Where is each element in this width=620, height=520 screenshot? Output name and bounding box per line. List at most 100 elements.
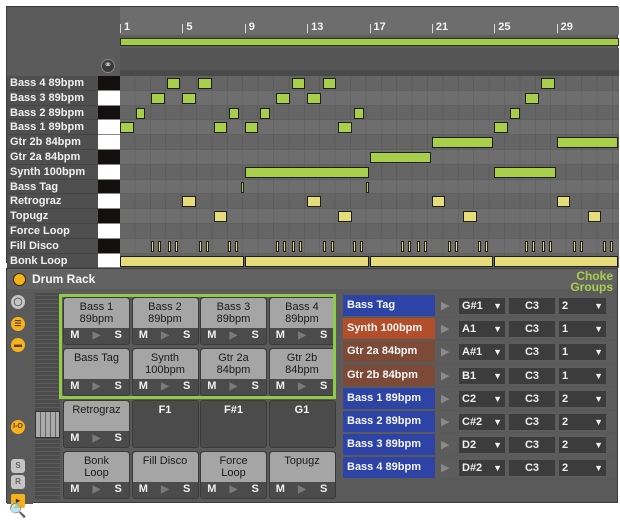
midi-note[interactable] <box>174 240 178 252</box>
chain-preview-play-icon[interactable]: ▶ <box>441 392 449 405</box>
midi-note[interactable] <box>424 240 428 252</box>
solo-button[interactable]: S <box>313 481 335 498</box>
choke-group-dropdown[interactable]: 2 ▼ <box>559 390 606 407</box>
preview-play-button[interactable]: ▶ <box>86 481 108 498</box>
lane-grid[interactable] <box>120 76 619 91</box>
lane-label[interactable]: Bass 4 89bpm <box>7 76 98 91</box>
midi-note[interactable] <box>292 240 296 252</box>
midi-note[interactable] <box>602 240 606 252</box>
lane-grid[interactable] <box>120 238 619 254</box>
midi-note[interactable] <box>275 240 279 252</box>
midi-note[interactable] <box>407 240 411 252</box>
piano-key[interactable] <box>98 194 120 210</box>
drum-pad[interactable]: F1 <box>131 400 199 448</box>
chain-row[interactable]: Gtr 2a 84bpm ▶ A#1 ▼ C3 1 ▼ <box>341 341 617 363</box>
drum-pad[interactable]: Topugz M ▶ S <box>268 450 336 499</box>
headphone-icon[interactable]: ◯ <box>11 295 25 309</box>
midi-note[interactable] <box>556 137 618 149</box>
chain-preview-play-icon[interactable]: ▶ <box>441 415 449 428</box>
midi-note[interactable] <box>525 92 540 104</box>
play-note-field[interactable]: C3 <box>509 437 555 454</box>
chain-row[interactable]: Bass 2 89bpm ▶ C#2 ▼ C3 2 ▼ <box>341 411 617 432</box>
piano-key[interactable] <box>98 223 120 239</box>
midi-note[interactable] <box>548 240 552 252</box>
midi-note[interactable] <box>240 181 244 193</box>
drum-pad[interactable]: Force Loop M ▶ S <box>200 450 267 499</box>
midi-note[interactable] <box>525 240 529 252</box>
midi-note[interactable] <box>609 240 613 252</box>
receive-note-dropdown[interactable]: A#1 ▼ <box>459 344 505 361</box>
mute-button[interactable]: M <box>64 481 86 498</box>
midi-note[interactable] <box>322 78 337 89</box>
lane-label[interactable]: Topugz <box>7 209 98 224</box>
midi-note[interactable] <box>235 240 239 252</box>
lane-label[interactable]: Retrograz <box>7 194 98 210</box>
midi-note[interactable] <box>580 240 584 252</box>
midi-note[interactable] <box>477 240 481 252</box>
lane-label[interactable]: Synth 100bpm <box>7 164 98 180</box>
piano-key[interactable] <box>98 76 120 91</box>
midi-note[interactable] <box>244 122 259 134</box>
chain-row[interactable]: Bass 3 89bpm ▶ D2 ▼ C3 2 ▼ <box>341 434 617 456</box>
macro-icon[interactable]: ▬ <box>11 338 25 352</box>
pad-overview-grid[interactable] <box>35 293 60 499</box>
drum-pad[interactable]: Fill Disco M ▶ S <box>131 450 199 499</box>
preview-headphone-icon[interactable]: ⚭ <box>101 59 115 73</box>
lane-label[interactable]: Force Loop <box>7 223 98 239</box>
chain-preview-play-icon[interactable]: ▶ <box>441 345 449 358</box>
midi-note[interactable] <box>494 166 556 178</box>
lane-label[interactable]: Bass 2 89bpm <box>7 105 98 121</box>
chain-list-icon[interactable]: ☰ <box>11 317 25 331</box>
drum-pad[interactable]: G1 <box>268 400 336 448</box>
midi-note[interactable] <box>431 196 446 208</box>
mute-button[interactable]: M <box>64 430 86 447</box>
midi-note[interactable] <box>198 240 202 252</box>
choke-group-dropdown[interactable]: 2 ▼ <box>559 460 606 477</box>
midi-note[interactable] <box>448 240 452 252</box>
preview-play-button[interactable]: ▶ <box>223 481 245 498</box>
midi-note[interactable] <box>369 255 494 267</box>
lane-label[interactable]: Fill Disco <box>7 238 98 254</box>
drum-pad[interactable]: F#1 <box>200 400 267 448</box>
midi-note[interactable] <box>213 211 228 223</box>
play-note-field[interactable]: C3 <box>509 344 555 361</box>
choke-group-dropdown[interactable]: 2 ▼ <box>559 437 606 454</box>
chain-row[interactable]: Bass 1 89bpm ▶ C2 ▼ C3 2 ▼ <box>341 387 617 409</box>
midi-note[interactable] <box>307 92 321 104</box>
midi-note[interactable] <box>229 107 239 119</box>
piano-key[interactable] <box>98 253 120 269</box>
midi-note[interactable] <box>400 240 404 252</box>
chain-row[interactable]: Bass Tag ▶ G#1 ▼ C3 2 ▼ <box>341 295 617 316</box>
chain-name[interactable]: Bass 3 89bpm <box>343 434 435 456</box>
midi-note[interactable] <box>182 196 196 208</box>
midi-note[interactable] <box>120 255 244 267</box>
play-note-field[interactable]: C3 <box>509 414 555 430</box>
piano-key[interactable] <box>98 149 120 165</box>
midi-note[interactable] <box>353 107 364 119</box>
midi-note[interactable] <box>282 240 286 252</box>
solo-button[interactable]: S <box>244 481 266 498</box>
choke-group-dropdown[interactable]: 1 ▼ <box>559 321 606 338</box>
choke-group-dropdown[interactable]: 2 ▼ <box>559 298 606 314</box>
midi-note[interactable] <box>541 240 545 252</box>
lane-label[interactable]: Gtr 2a 84bpm <box>7 149 98 165</box>
piano-key[interactable] <box>98 135 120 150</box>
play-note-field[interactable]: C3 <box>509 390 555 407</box>
midi-note[interactable] <box>369 151 431 163</box>
io-icon[interactable]: I-O <box>11 420 25 434</box>
midi-note[interactable] <box>151 240 155 252</box>
midi-note[interactable] <box>260 107 271 119</box>
midi-note[interactable] <box>365 181 369 193</box>
mute-button[interactable]: M <box>133 481 155 498</box>
piano-key[interactable] <box>98 209 120 224</box>
lane-label[interactable]: Gtr 2b 84bpm <box>7 135 98 150</box>
midi-note[interactable] <box>463 211 477 223</box>
lane-label[interactable]: Bass Tag <box>7 179 98 195</box>
midi-note[interactable] <box>353 240 357 252</box>
piano-key[interactable] <box>98 90 120 106</box>
lane-grid[interactable] <box>120 209 619 224</box>
midi-note[interactable] <box>338 122 352 134</box>
lane-grid[interactable] <box>120 164 619 180</box>
return-icon[interactable]: R <box>11 475 25 489</box>
chain-preview-play-icon[interactable]: ▶ <box>441 322 449 335</box>
